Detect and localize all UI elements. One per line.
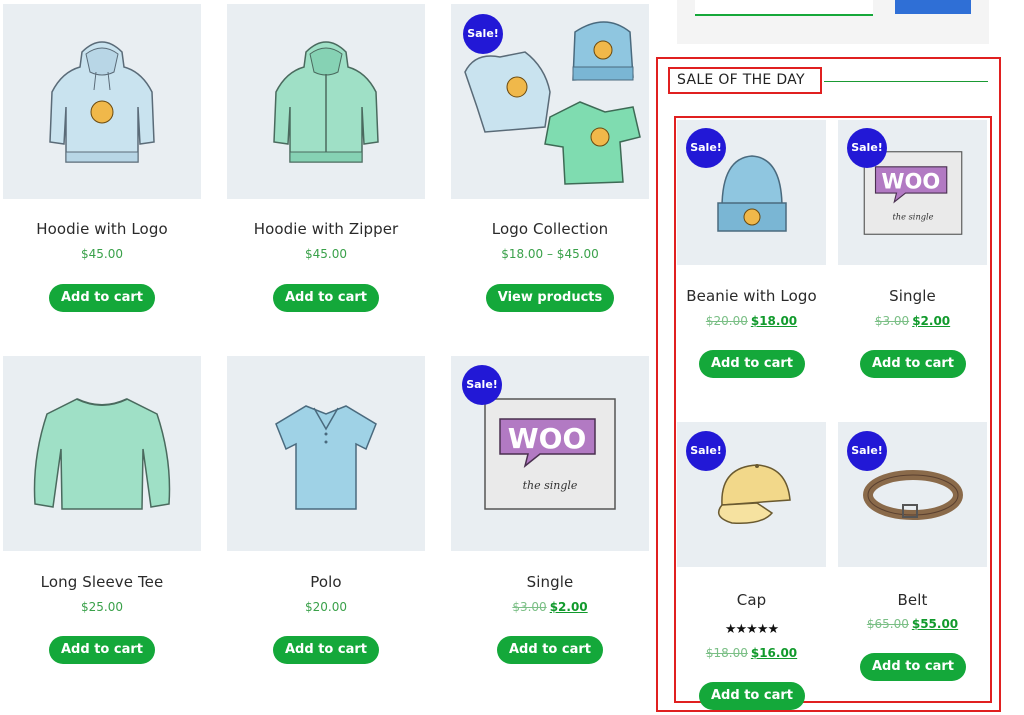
add-to-cart-button[interactable]: Add to cart	[860, 653, 966, 681]
sale-badge: Sale!	[462, 365, 502, 405]
sale-price: $16.00	[750, 646, 798, 660]
search-button[interactable]	[895, 0, 971, 14]
product-image-polo[interactable]	[227, 356, 425, 551]
product-title[interactable]: Logo Collection	[451, 220, 649, 238]
product-price: $65.00 $55.00	[838, 617, 987, 631]
sale-badge: Sale!	[847, 431, 887, 471]
product-price: $25.00	[81, 600, 123, 614]
widget-heading: SALE OF THE DAY	[677, 72, 805, 88]
product-price: $20.00 $18.00	[677, 314, 826, 328]
add-to-cart-button[interactable]: Add to cart	[860, 350, 966, 378]
sale-price: $55.00	[911, 617, 959, 631]
add-to-cart-button[interactable]: Add to cart	[273, 284, 379, 312]
product-price: $20.00	[305, 600, 347, 614]
regular-price: $65.00	[866, 617, 909, 631]
heading-divider	[824, 81, 988, 82]
sale-price: $2.00	[912, 314, 951, 328]
svg-text:the single: the single	[523, 479, 578, 492]
add-to-cart-button[interactable]: Add to cart	[49, 284, 155, 312]
belt-icon	[862, 469, 963, 520]
product-title[interactable]: Long Sleeve Tee	[3, 573, 201, 591]
product-title[interactable]: Beanie with Logo	[677, 287, 826, 305]
add-to-cart-button[interactable]: Add to cart	[699, 350, 805, 378]
product-price: $45.00	[81, 247, 123, 261]
woo-album-icon: WOO the single	[484, 397, 616, 510]
add-to-cart-button[interactable]: Add to cart	[49, 636, 155, 664]
zip-hoodie-icon	[273, 40, 379, 163]
add-to-cart-button[interactable]: Add to cart	[699, 682, 805, 710]
polo-icon	[275, 404, 377, 510]
search-widget	[677, 0, 989, 44]
product-price: $3.00 $2.00	[451, 600, 649, 614]
product-price: $18.00 $16.00	[677, 646, 826, 660]
regular-price: $3.00	[512, 600, 547, 614]
product-price: $45.00	[305, 247, 347, 261]
view-products-button[interactable]: View products	[486, 284, 614, 312]
long-sleeve-tee-icon	[33, 397, 171, 510]
sale-badge: Sale!	[847, 128, 887, 168]
search-input[interactable]	[695, 0, 873, 16]
product-image-hoodie-with-zipper[interactable]	[227, 4, 425, 199]
hoodie-icon	[49, 40, 155, 163]
product-image-hoodie-with-logo[interactable]	[3, 4, 201, 199]
product-title[interactable]: Cap	[677, 591, 826, 609]
product-image-long-sleeve-tee[interactable]	[3, 356, 201, 551]
sale-badge: Sale!	[463, 14, 503, 54]
regular-price: $3.00	[874, 314, 910, 328]
product-price: $18.00 – $45.00	[501, 247, 599, 261]
product-title[interactable]: Polo	[227, 573, 425, 591]
star-rating: ★★★★★	[724, 621, 779, 636]
svg-text:the single: the single	[892, 211, 933, 221]
product-title[interactable]: Single	[838, 287, 987, 305]
product-title[interactable]: Hoodie with Zipper	[227, 220, 425, 238]
svg-text:WOO: WOO	[508, 422, 587, 455]
product-price: $3.00 $2.00	[838, 314, 987, 328]
sale-price: $18.00	[750, 314, 798, 328]
sale-badge: Sale!	[686, 128, 726, 168]
beanie-icon	[716, 154, 787, 232]
regular-price: $20.00	[705, 314, 748, 328]
product-title[interactable]: Belt	[838, 591, 987, 609]
add-to-cart-button[interactable]: Add to cart	[497, 636, 603, 664]
product-title[interactable]: Single	[451, 573, 649, 591]
sale-badge: Sale!	[686, 431, 726, 471]
svg-text:WOO: WOO	[881, 169, 940, 193]
product-title[interactable]: Hoodie with Logo	[3, 220, 201, 238]
sale-price: $2.00	[549, 600, 588, 614]
add-to-cart-button[interactable]: Add to cart	[273, 636, 379, 664]
regular-price: $18.00	[705, 646, 748, 660]
